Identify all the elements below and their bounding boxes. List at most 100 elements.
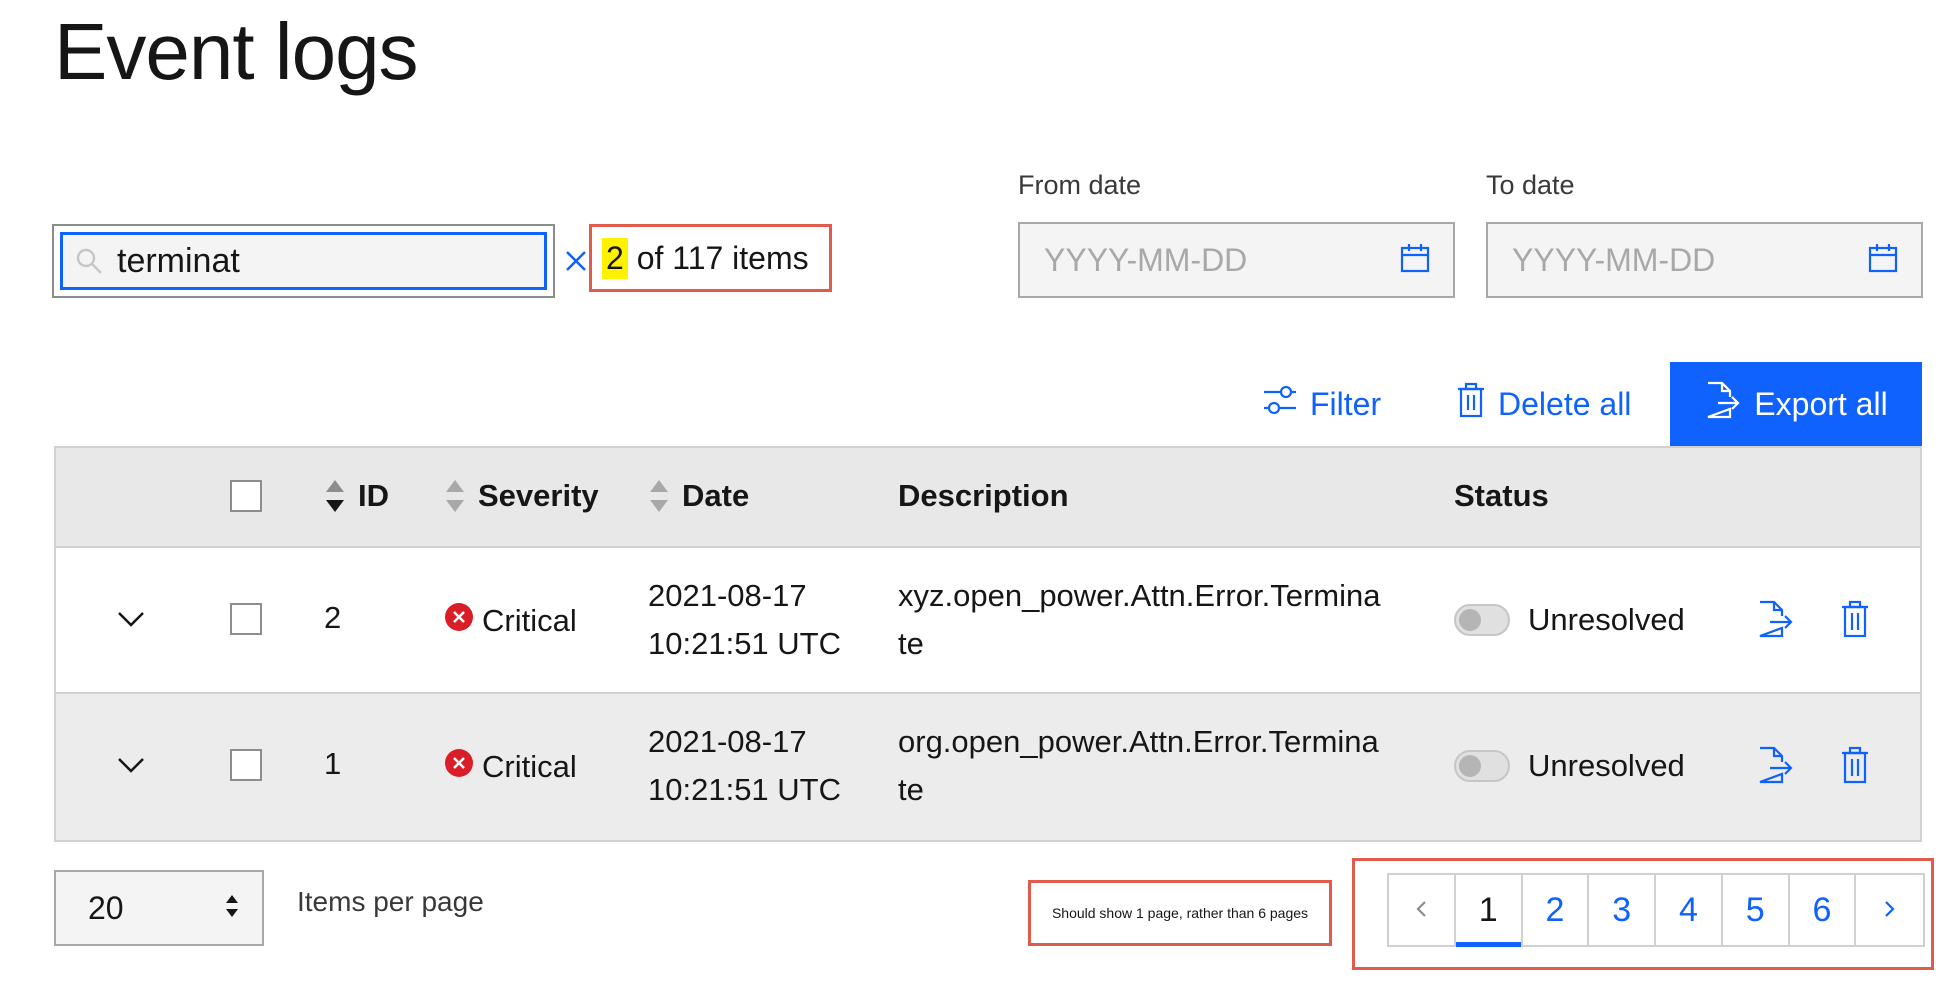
row-id: 1	[324, 746, 342, 781]
search-icon	[75, 247, 103, 275]
description-line: te	[898, 626, 924, 661]
description-line: te	[898, 772, 924, 807]
date-line: 2021-08-17	[648, 724, 807, 759]
from-date-placeholder: YYYY-MM-DD	[1044, 241, 1248, 278]
page-title: Event logs	[54, 7, 419, 96]
description-line: org.open_power.Attn.Error.Termina	[898, 724, 1379, 759]
sort-icon	[444, 478, 466, 514]
search-container	[52, 224, 586, 298]
date-cell: 2021-08-17 10:21:51 UTC	[648, 718, 841, 814]
critical-error-icon	[444, 602, 474, 640]
page-button[interactable]: 1	[1455, 875, 1523, 947]
time-line: 10:21:51 UTC	[648, 772, 841, 807]
annotation-note: Should show 1 page, rather than 6 pages	[1028, 880, 1332, 946]
delete-all-button[interactable]: Delete all	[1456, 362, 1631, 446]
close-icon[interactable]	[560, 245, 592, 277]
filter-label: Filter	[1310, 385, 1382, 422]
items-per-page-value: 20	[88, 889, 124, 926]
page-button[interactable]: 4	[1656, 875, 1723, 945]
to-date-label: To date	[1486, 170, 1575, 200]
critical-error-icon	[444, 748, 474, 786]
row-id: 2	[324, 600, 342, 635]
next-page-button[interactable]	[1856, 875, 1923, 945]
export-all-label: Export all	[1754, 385, 1888, 422]
severity-cell: Critical	[444, 748, 577, 786]
sort-arrows-icon	[224, 890, 240, 927]
export-icon	[1704, 381, 1740, 427]
severity-cell: Critical	[444, 602, 577, 640]
export-icon	[1756, 746, 1794, 792]
severity-label: Critical	[482, 749, 577, 784]
export-all-button[interactable]: Export all	[1670, 362, 1922, 446]
checkbox[interactable]	[230, 480, 262, 512]
trash-icon	[1840, 746, 1870, 792]
status-label: Unresolved	[1528, 602, 1685, 637]
calendar-icon[interactable]	[1399, 242, 1431, 279]
table-row: 2 Critical 2021-08-17 10:21:51 UTC xyz.o…	[56, 548, 1920, 694]
header-status: Status	[1454, 478, 1549, 513]
chevron-down-icon	[116, 750, 146, 788]
row-checkbox[interactable]	[230, 749, 262, 781]
table-header: ID Severity Date Description Status	[56, 448, 1920, 548]
export-row-button[interactable]	[1756, 600, 1794, 646]
from-date-field[interactable]: YYYY-MM-DD	[1018, 222, 1455, 298]
calendar-icon[interactable]	[1867, 242, 1899, 279]
filter-button[interactable]: Filter	[1262, 362, 1381, 446]
chevron-right-icon	[1883, 893, 1897, 927]
event-log-table: ID Severity Date Description Status 2 Cr…	[54, 446, 1922, 842]
header-severity[interactable]: Severity	[444, 478, 599, 514]
status-cell: Unresolved	[1454, 602, 1685, 638]
header-date-label: Date	[682, 478, 750, 513]
status-toggle[interactable]	[1454, 750, 1510, 782]
page-button[interactable]: 3	[1589, 875, 1657, 945]
chevron-left-icon	[1414, 893, 1428, 927]
header-date[interactable]: Date	[648, 478, 749, 514]
description-cell: org.open_power.Attn.Error.Termina te	[898, 718, 1379, 814]
export-icon	[1756, 600, 1794, 646]
header-id[interactable]: ID	[324, 478, 389, 514]
page-button[interactable]: 2	[1523, 875, 1590, 945]
result-count: 2 of 117 items	[589, 224, 832, 292]
delete-row-button[interactable]	[1840, 600, 1870, 646]
delete-all-label: Delete all	[1498, 385, 1632, 422]
description-cell: xyz.open_power.Attn.Error.Termina te	[898, 572, 1380, 668]
result-count-text: of 117 items	[627, 239, 809, 276]
items-per-page-label: Items per page	[297, 886, 484, 917]
expand-row-button[interactable]	[116, 604, 146, 642]
chevron-down-icon	[116, 604, 146, 642]
select-all-checkbox[interactable]	[230, 480, 262, 512]
result-count-highlight: 2	[602, 237, 628, 279]
from-date-label: From date	[1018, 170, 1142, 200]
header-id-label: ID	[358, 478, 389, 513]
status-toggle[interactable]	[1454, 604, 1510, 636]
pagination-annotation: 1 2 3 4 5 6	[1352, 858, 1934, 970]
date-line: 2021-08-17	[648, 578, 807, 613]
search-field[interactable]	[60, 232, 586, 290]
time-line: 10:21:51 UTC	[648, 626, 841, 661]
trash-icon	[1840, 600, 1870, 646]
search-input[interactable]	[117, 241, 560, 281]
header-description: Description	[898, 478, 1069, 513]
previous-page-button[interactable]	[1389, 875, 1456, 945]
header-severity-label: Severity	[478, 478, 599, 513]
expand-row-button[interactable]	[116, 750, 146, 788]
delete-row-button[interactable]	[1840, 746, 1870, 792]
filter-icon	[1262, 383, 1298, 425]
date-cell: 2021-08-17 10:21:51 UTC	[648, 572, 841, 668]
trash-icon	[1456, 382, 1486, 426]
page-button[interactable]: 5	[1723, 875, 1790, 945]
status-cell: Unresolved	[1454, 748, 1685, 784]
row-checkbox[interactable]	[230, 603, 262, 635]
pagination: 1 2 3 4 5 6	[1387, 873, 1925, 947]
export-row-button[interactable]	[1756, 746, 1794, 792]
items-per-page-select[interactable]: 20	[54, 870, 264, 946]
status-label: Unresolved	[1528, 748, 1685, 783]
table-row: 1 Critical 2021-08-17 10:21:51 UTC org.o…	[56, 694, 1920, 840]
to-date-placeholder: YYYY-MM-DD	[1512, 241, 1716, 278]
page-button[interactable]: 6	[1790, 875, 1857, 945]
to-date-field[interactable]: YYYY-MM-DD	[1486, 222, 1923, 298]
severity-label: Critical	[482, 603, 577, 638]
description-line: xyz.open_power.Attn.Error.Termina	[898, 578, 1381, 613]
sort-icon	[324, 478, 346, 514]
sort-icon	[648, 478, 670, 514]
